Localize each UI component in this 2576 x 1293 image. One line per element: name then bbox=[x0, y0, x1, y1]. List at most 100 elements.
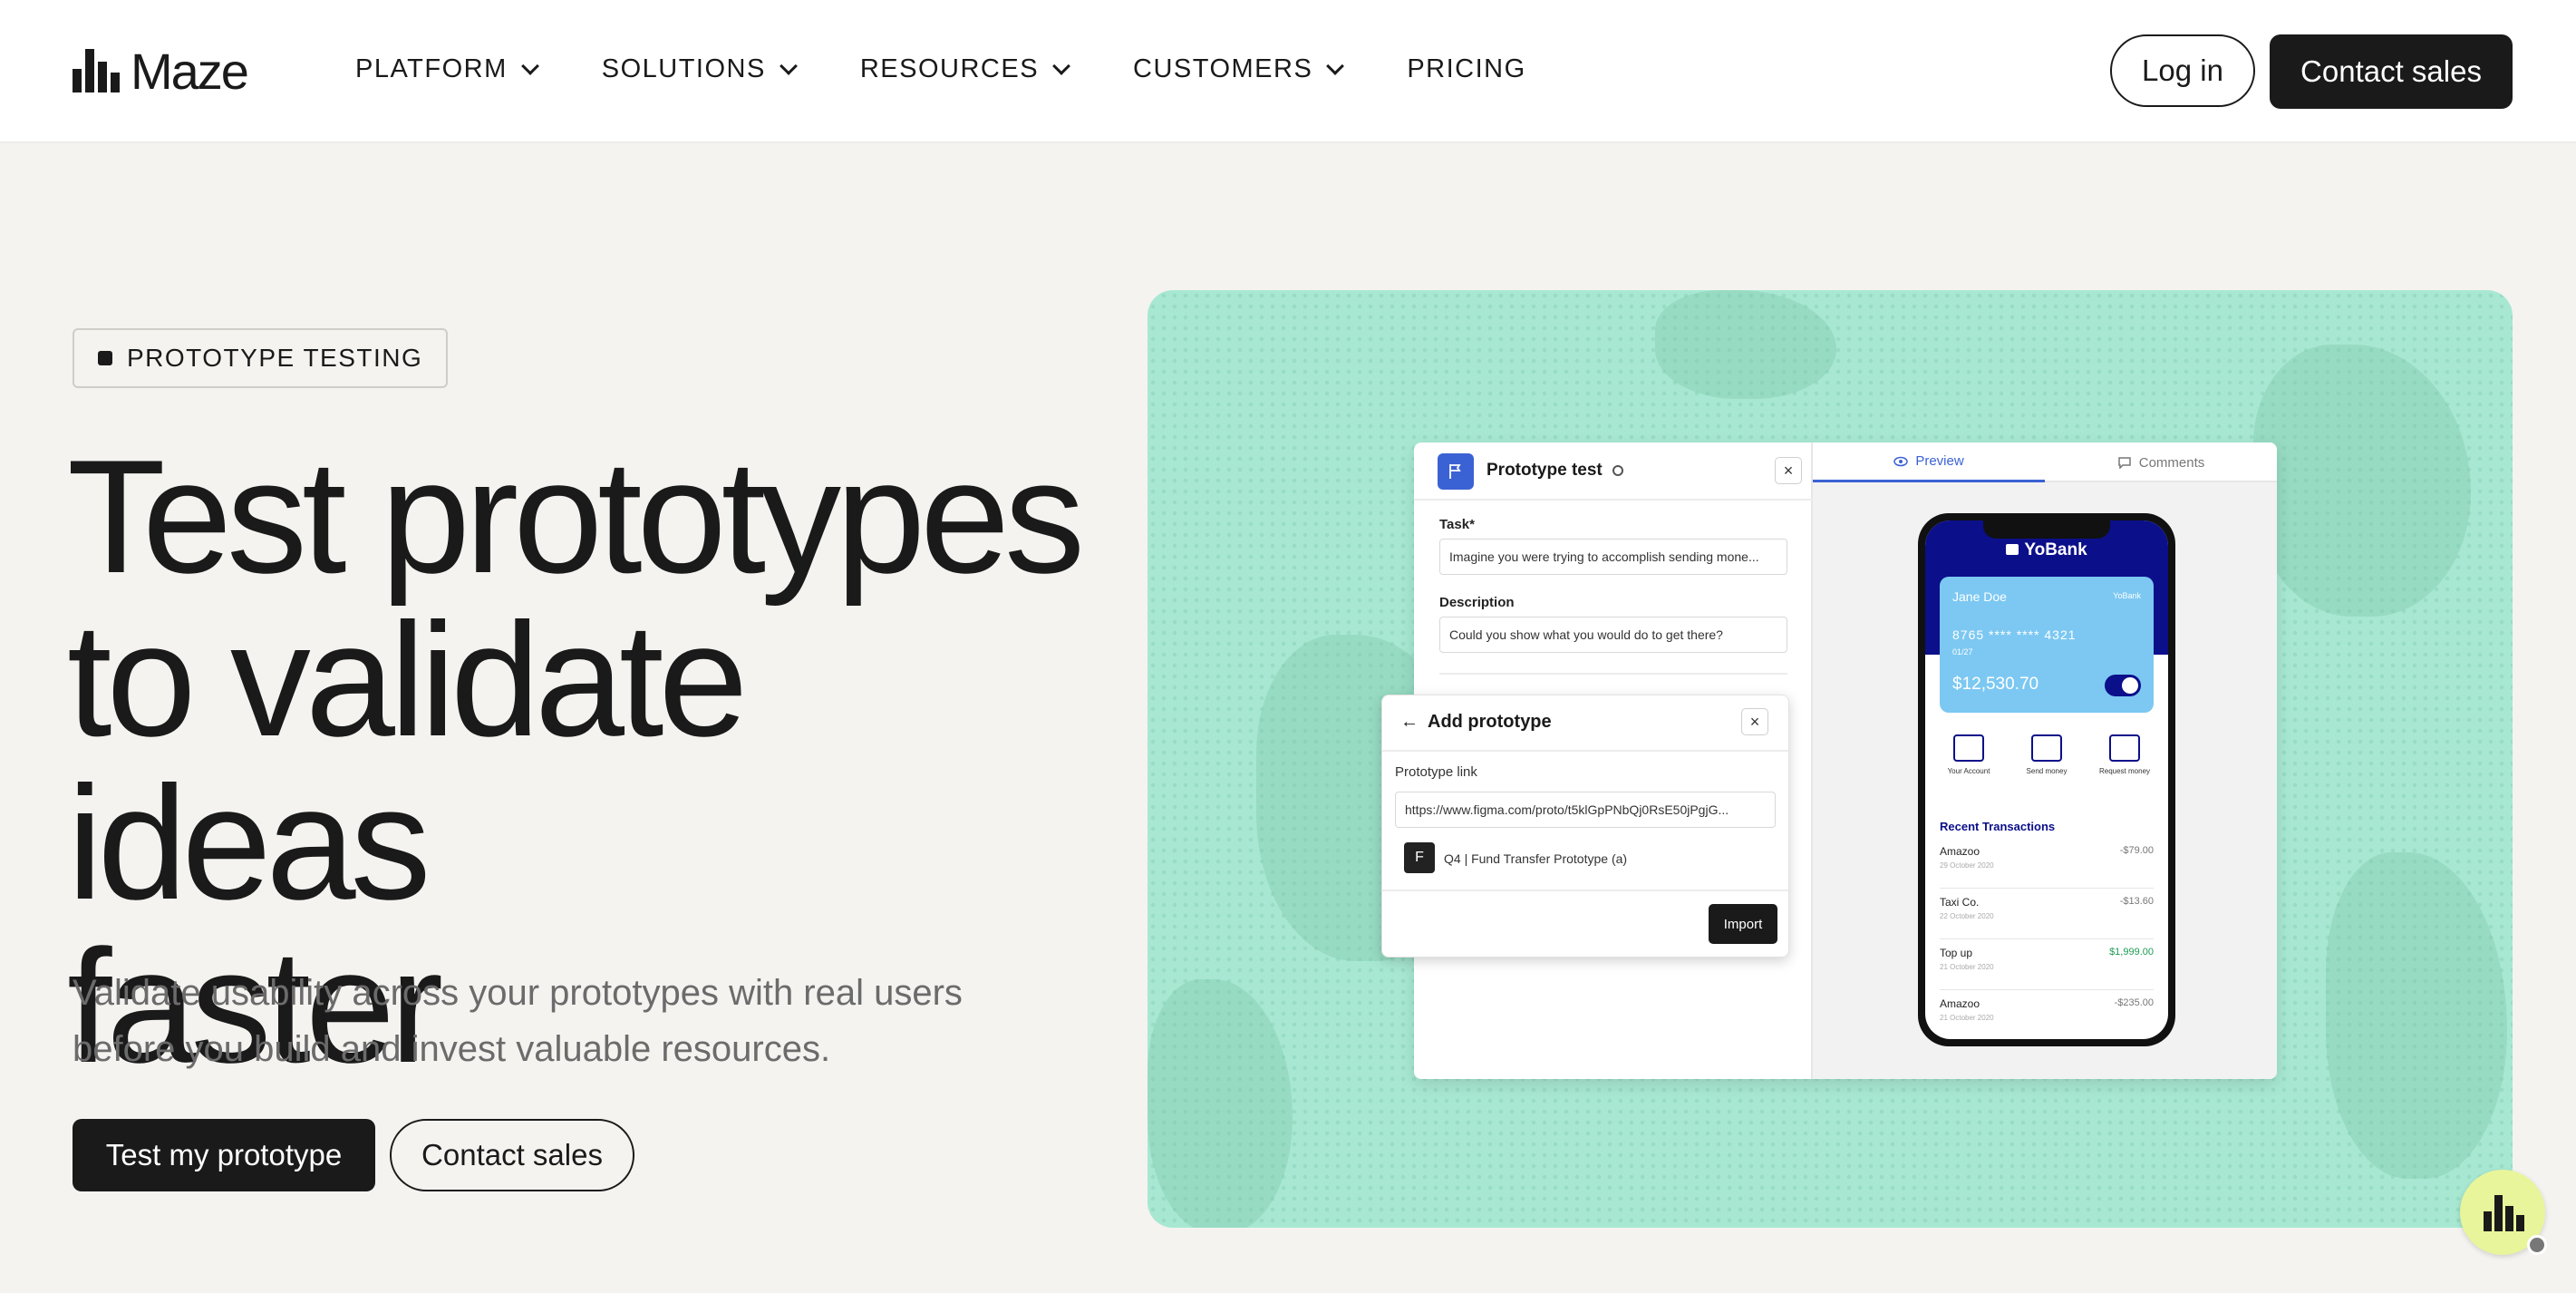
badge-square-icon bbox=[98, 351, 112, 365]
hero-subtitle: Validate usability across your prototype… bbox=[73, 965, 1070, 1077]
tab-comments[interactable]: Comments bbox=[2045, 442, 2277, 482]
transaction-amount: $1,999.00 bbox=[2109, 947, 2154, 958]
preview-tabs: Preview Comments bbox=[1813, 442, 2277, 482]
nav-item-customers[interactable]: CUSTOMERS bbox=[1133, 54, 1345, 84]
prototype-file-name[interactable]: Q4 | Fund Transfer Prototype (a) bbox=[1444, 851, 1627, 866]
subtitle-line: Validate usability across your prototype… bbox=[73, 973, 963, 1013]
chevron-down-icon bbox=[520, 56, 539, 75]
divider bbox=[1382, 890, 1788, 891]
transaction-row[interactable]: Taxi Co. 22 October 2020 -$13.60 bbox=[1940, 889, 2154, 939]
transaction-date: 21 October 2020 bbox=[1940, 963, 1994, 971]
prototype-test-title: Prototype test bbox=[1487, 461, 1624, 481]
test-prototype-button[interactable]: Test my prototype bbox=[73, 1119, 375, 1191]
card-toggle[interactable] bbox=[2105, 675, 2141, 696]
tab-label: Comments bbox=[2138, 454, 2205, 471]
prototype-link-label: Prototype link bbox=[1395, 764, 1477, 780]
maze-logo-icon bbox=[73, 49, 121, 92]
transaction-date: 29 October 2020 bbox=[1940, 861, 1994, 870]
maze-logo[interactable]: Maze bbox=[73, 43, 249, 100]
back-arrow-icon[interactable]: ← bbox=[1400, 712, 1419, 733]
send-money-icon bbox=[2031, 734, 2062, 762]
chevron-down-icon bbox=[1052, 56, 1070, 75]
transaction-row[interactable]: Top up 21 October 2020 $1,999.00 bbox=[1940, 939, 2154, 990]
nav-item-solutions[interactable]: SOLUTIONS bbox=[601, 54, 798, 84]
add-prototype-dialog: ← Add prototype × Prototype link https:/… bbox=[1381, 695, 1789, 958]
quick-action-label: Request money bbox=[2098, 767, 2151, 775]
info-icon[interactable] bbox=[1612, 464, 1624, 476]
recent-transactions-title: Recent Transactions bbox=[1940, 820, 2056, 833]
eye-icon bbox=[1893, 456, 1909, 466]
flag-icon bbox=[1438, 453, 1474, 490]
close-icon[interactable]: × bbox=[1741, 708, 1768, 735]
quick-action-send[interactable]: Send money bbox=[2010, 734, 2083, 775]
nav-item-label: RESOURCES bbox=[859, 54, 1040, 83]
phone-notch bbox=[1983, 520, 2110, 539]
import-button[interactable]: Import bbox=[1709, 904, 1777, 944]
bank-name-text: YoBank bbox=[2024, 540, 2087, 559]
transaction-date: 22 October 2020 bbox=[1940, 912, 1994, 920]
bank-name: YoBank bbox=[1925, 540, 2168, 560]
request-money-icon bbox=[2109, 734, 2140, 762]
nav-item-label: SOLUTIONS bbox=[601, 54, 766, 83]
card-number: 8765 **** **** 4321 bbox=[1952, 627, 2077, 642]
divider bbox=[1439, 673, 1787, 675]
brand-name: Maze bbox=[131, 42, 249, 100]
nav-item-platform[interactable]: PLATFORM bbox=[355, 54, 539, 84]
nav-item-label: PRICING bbox=[1407, 54, 1526, 83]
chevron-down-icon bbox=[1326, 56, 1345, 75]
description-input[interactable]: Could you show what you would do to get … bbox=[1439, 617, 1787, 653]
transaction-row[interactable]: Amazoo 29 October 2020 -$79.00 bbox=[1940, 838, 2154, 889]
quick-action-request[interactable]: Request money bbox=[2088, 734, 2161, 775]
description-label: Description bbox=[1439, 595, 1515, 610]
quick-action-label: Your Account bbox=[1947, 767, 1990, 775]
comment-icon bbox=[2117, 457, 2131, 469]
card-holder: Jane Doe bbox=[1952, 589, 2007, 604]
phone-screen: YoBank Jane Doe YoBank 8765 **** **** 43… bbox=[1925, 520, 2168, 1039]
chevron-down-icon bbox=[779, 56, 798, 75]
card-brand: YoBank bbox=[2113, 591, 2141, 600]
bank-card[interactable]: Jane Doe YoBank 8765 **** **** 4321 01/2… bbox=[1940, 577, 2154, 713]
task-label: Task* bbox=[1439, 517, 1475, 532]
contact-sales-nav-button[interactable]: Contact sales bbox=[2270, 34, 2513, 109]
transaction-amount: -$79.00 bbox=[2119, 845, 2154, 856]
transaction-date: 21 October 2020 bbox=[1940, 1014, 1994, 1022]
quick-action-account[interactable]: Your Account bbox=[1932, 734, 2005, 775]
transaction-name: Amazoo bbox=[1940, 845, 1980, 858]
figma-icon: F bbox=[1404, 842, 1435, 873]
transaction-name: Top up bbox=[1940, 947, 1973, 959]
prototype-test-title-text: Prototype test bbox=[1487, 461, 1603, 480]
contact-sales-button[interactable]: Contact sales bbox=[390, 1119, 634, 1191]
transaction-name: Amazoo bbox=[1940, 997, 1980, 1010]
nav-item-label: CUSTOMERS bbox=[1133, 54, 1313, 83]
headline-line: Test prototypes bbox=[67, 426, 1085, 607]
phone-mockup: YoBank Jane Doe YoBank 8765 **** **** 43… bbox=[1918, 513, 2175, 1046]
nav-item-pricing[interactable]: PRICING bbox=[1407, 54, 1525, 84]
subtitle-line: before you build and invest valuable res… bbox=[73, 1029, 831, 1069]
bank-icon bbox=[1953, 734, 1984, 762]
close-icon[interactable]: × bbox=[1775, 457, 1802, 484]
badge-label: PROTOTYPE TESTING bbox=[127, 344, 423, 372]
transaction-name: Taxi Co. bbox=[1940, 896, 1980, 909]
login-button[interactable]: Log in bbox=[2110, 34, 2255, 107]
tab-preview[interactable]: Preview bbox=[1813, 442, 2045, 482]
add-prototype-title: Add prototype bbox=[1428, 712, 1552, 732]
nav-item-resources[interactable]: RESOURCES bbox=[859, 54, 1070, 84]
card-balance: $12,530.70 bbox=[1952, 675, 2039, 694]
prototype-link-input[interactable]: https://www.figma.com/proto/t5klGpPNbQj0… bbox=[1395, 792, 1776, 828]
prototype-test-header: Prototype test × bbox=[1414, 442, 1813, 501]
main-menu: PLATFORM SOLUTIONS RESOURCES CUSTOMERS P… bbox=[355, 54, 1526, 84]
transaction-amount: -$235.00 bbox=[2114, 997, 2154, 1008]
top-nav: Maze PLATFORM SOLUTIONS RESOURCES CUSTOM… bbox=[0, 0, 2576, 143]
nav-item-label: PLATFORM bbox=[355, 54, 508, 83]
category-badge: PROTOTYPE TESTING bbox=[73, 328, 449, 388]
transaction-row[interactable]: Amazoo 21 October 2020 -$235.00 bbox=[1940, 990, 2154, 1039]
chat-widget-button[interactable] bbox=[2460, 1170, 2547, 1255]
headline-line: to validate ideas bbox=[67, 589, 748, 933]
task-input[interactable]: Imagine you were trying to accomplish se… bbox=[1439, 539, 1787, 575]
status-dot bbox=[2527, 1235, 2547, 1255]
wallet-icon bbox=[2006, 544, 2019, 555]
transaction-amount: -$13.60 bbox=[2119, 896, 2154, 907]
quick-action-label: Send money bbox=[2026, 767, 2068, 775]
tab-label: Preview bbox=[1915, 453, 1964, 469]
card-expiry: 01/27 bbox=[1952, 647, 1973, 656]
